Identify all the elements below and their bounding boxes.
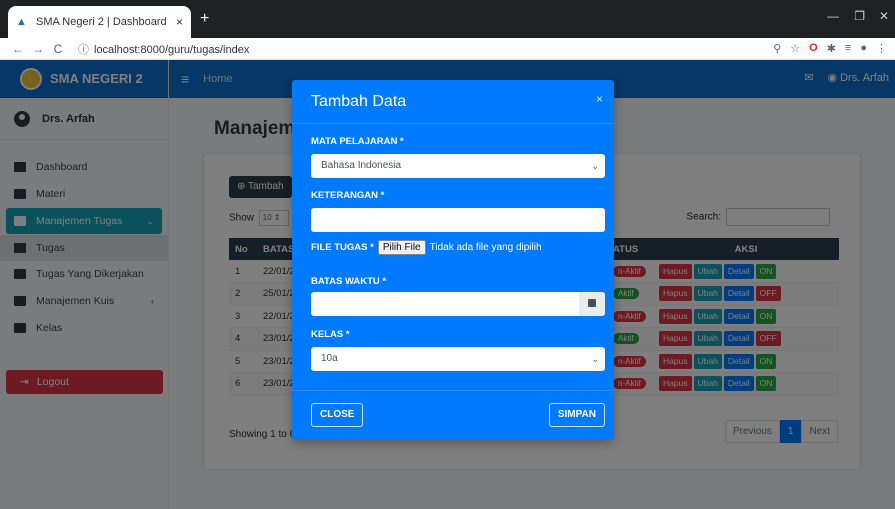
window-close-icon[interactable]: ✕ bbox=[879, 9, 889, 23]
choose-file-button[interactable]: Pilih File bbox=[377, 240, 426, 255]
info-icon: ⓘ bbox=[78, 43, 89, 56]
profile-icon[interactable]: ● bbox=[860, 42, 867, 55]
calendar-icon[interactable] bbox=[579, 292, 605, 316]
url-text: localhost:8000/guru/tugas/index bbox=[94, 43, 250, 56]
forward-button[interactable]: → bbox=[28, 42, 48, 56]
school-favicon-icon: ▲ bbox=[16, 16, 27, 28]
chevron-down-icon: ⌄ bbox=[591, 354, 599, 364]
save-button[interactable]: SIMPAN bbox=[548, 403, 605, 427]
address-bar: ← → C ⓘ localhost:8000/guru/tugas/index ⚲… bbox=[0, 38, 895, 60]
keterangan-input[interactable] bbox=[311, 208, 605, 232]
extensions-icon[interactable]: ✱ bbox=[827, 42, 836, 55]
file-field: FILE TUGAS * Pilih File Tidak ada file y… bbox=[311, 240, 542, 255]
batas-waktu-input[interactable] bbox=[311, 292, 605, 316]
restore-icon[interactable]: ❐ bbox=[854, 9, 865, 23]
batas-waktu-label: BATAS WAKTU * bbox=[311, 276, 387, 287]
minimize-icon[interactable]: — bbox=[827, 9, 839, 23]
browser-toolbar: ⚲ ☆ O ✱ ≡ ● ⋮ bbox=[773, 42, 887, 55]
kelas-select[interactable]: 10a ⌄ bbox=[311, 347, 605, 371]
url-field[interactable]: ⓘ localhost:8000/guru/tugas/index bbox=[78, 41, 249, 57]
new-tab-button[interactable]: + bbox=[200, 10, 209, 28]
keterangan-label: KETERANGAN * bbox=[311, 190, 385, 201]
playlist-icon[interactable]: ≡ bbox=[845, 42, 851, 55]
modal-header: Tambah Data × bbox=[292, 80, 614, 124]
tab-title: SMA Negeri 2 | Dashboard bbox=[36, 16, 167, 28]
mapel-label: MATA PELAJARAN * bbox=[311, 136, 404, 147]
add-task-modal: Tambah Data × MATA PELAJARAN * Bahasa In… bbox=[292, 80, 614, 440]
reload-button[interactable]: C bbox=[48, 42, 68, 56]
modal-title: Tambah Data bbox=[311, 92, 407, 110]
kelas-label: KELAS * bbox=[311, 329, 350, 340]
close-button[interactable]: CLOSE bbox=[311, 403, 364, 427]
mapel-select[interactable]: Bahasa Indonesia ⌄ bbox=[311, 154, 605, 178]
browser-tab-bar: ▲ SMA Negeri 2 | Dashboard × + — ❐ ✕ bbox=[0, 0, 895, 38]
opera-icon[interactable]: O bbox=[809, 42, 818, 55]
back-button[interactable]: ← bbox=[8, 42, 28, 56]
modal-close-icon[interactable]: × bbox=[596, 92, 603, 106]
zoom-icon[interactable]: ⚲ bbox=[773, 42, 781, 55]
menu-icon[interactable]: ⋮ bbox=[876, 42, 887, 55]
mapel-selected-value: Bahasa Indonesia bbox=[321, 160, 402, 171]
star-icon[interactable]: ☆ bbox=[790, 42, 800, 55]
tab-close-icon[interactable]: × bbox=[176, 15, 183, 29]
browser-tab[interactable]: ▲ SMA Negeri 2 | Dashboard × bbox=[8, 6, 191, 38]
modal-footer: CLOSE SIMPAN bbox=[292, 390, 614, 440]
kelas-selected-value: 10a bbox=[321, 353, 338, 364]
file-label: FILE TUGAS * bbox=[311, 242, 374, 253]
chevron-down-icon: ⌄ bbox=[591, 161, 599, 171]
file-status: Tidak ada file yang dipilih bbox=[429, 242, 542, 253]
